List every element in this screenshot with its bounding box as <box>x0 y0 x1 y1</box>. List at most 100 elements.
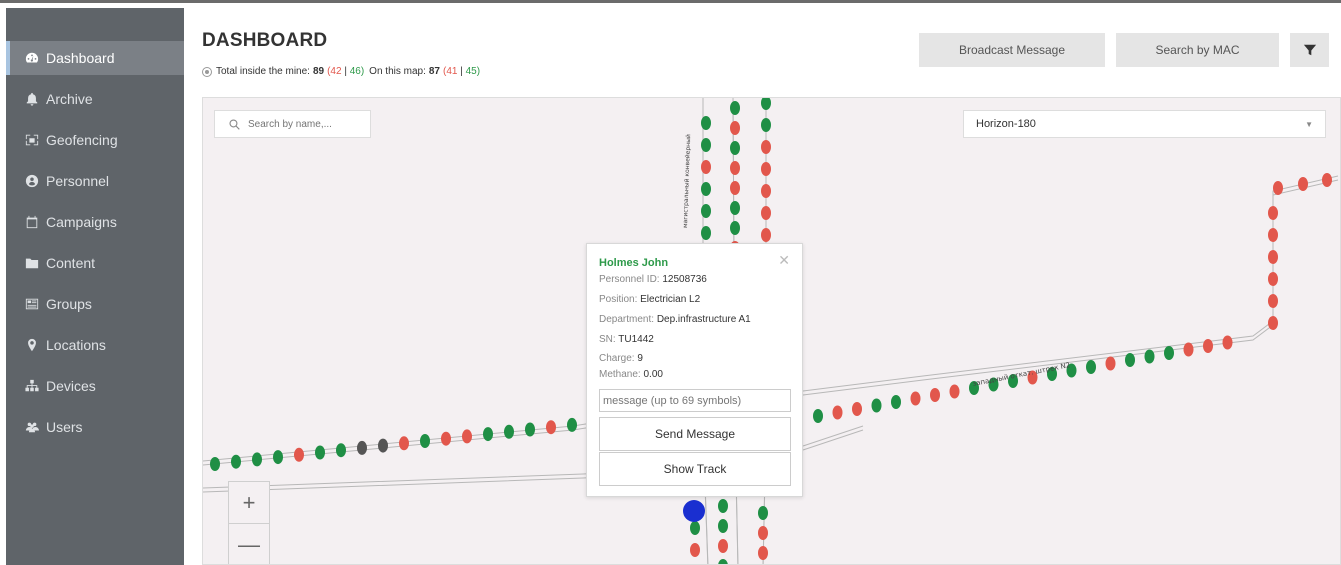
selected-personnel-marker[interactable] <box>683 500 705 522</box>
personnel-tag-marker[interactable] <box>701 204 711 218</box>
filter-button[interactable] <box>1290 33 1329 67</box>
search-by-mac-button[interactable]: Search by MAC <box>1116 33 1279 67</box>
broadcast-message-button[interactable]: Broadcast Message <box>919 33 1105 67</box>
personnel-tag-marker[interactable] <box>1268 272 1278 286</box>
personnel-tag-marker[interactable] <box>701 182 711 196</box>
personnel-tag-marker[interactable] <box>1268 316 1278 330</box>
personnel-tag-marker[interactable] <box>718 539 728 553</box>
sidebar-item-dashboard[interactable]: Dashboard <box>6 41 184 75</box>
personnel-tag-marker[interactable] <box>690 521 700 535</box>
personnel-tag-marker[interactable] <box>483 427 493 442</box>
sidebar-item-label: Campaigns <box>46 214 117 230</box>
sidebar-item-groups[interactable]: Groups <box>6 287 184 321</box>
zoom-in-button[interactable]: + <box>229 482 269 524</box>
personnel-tag-marker[interactable] <box>1298 177 1308 191</box>
personnel-tag-marker[interactable] <box>871 398 882 413</box>
position-row: Position: Electrician L2 <box>599 294 701 305</box>
personnel-tag-marker[interactable] <box>718 559 728 565</box>
close-icon[interactable]: ✕ <box>778 252 790 269</box>
personnel-tag-marker[interactable] <box>701 226 711 240</box>
personnel-tag-marker[interactable] <box>949 384 960 399</box>
personnel-tag-marker[interactable] <box>315 445 325 460</box>
personnel-tag-marker[interactable] <box>761 184 771 198</box>
personnel-tag-marker[interactable] <box>761 206 771 220</box>
personnel-tag-marker[interactable] <box>1222 335 1233 350</box>
personnel-tag-marker[interactable] <box>504 424 514 439</box>
personnel-tag-marker[interactable] <box>357 440 367 455</box>
show-track-button[interactable]: Show Track <box>599 452 791 486</box>
personnel-tag-marker[interactable] <box>1322 173 1332 187</box>
personnel-tag-marker[interactable] <box>1125 353 1135 367</box>
personnel-tag-marker[interactable] <box>718 499 728 513</box>
send-message-button[interactable]: Send Message <box>599 417 791 451</box>
personnel-tag-marker[interactable] <box>690 543 700 557</box>
message-input[interactable] <box>599 389 791 412</box>
personnel-tag-marker[interactable] <box>252 452 262 467</box>
personnel-tag-marker[interactable] <box>761 118 771 132</box>
personnel-tag-marker[interactable] <box>701 116 711 130</box>
personnel-tag-marker[interactable] <box>910 391 921 406</box>
personnel-tag-marker[interactable] <box>273 450 283 465</box>
personnel-tag-marker[interactable] <box>758 526 768 540</box>
personnel-tag-marker[interactable] <box>761 162 771 176</box>
personnel-tag-marker[interactable] <box>730 101 740 115</box>
personnel-tag-marker[interactable] <box>1183 342 1194 357</box>
personnel-tag-marker[interactable] <box>730 181 740 195</box>
personnel-tag-marker[interactable] <box>761 228 771 242</box>
personnel-tag-marker[interactable] <box>758 506 768 520</box>
sidebar-item-archive[interactable]: Archive <box>6 82 184 116</box>
personnel-tag-marker[interactable] <box>852 402 862 416</box>
personnel-tag-marker[interactable] <box>420 434 430 448</box>
personnel-tag-marker[interactable] <box>761 140 771 154</box>
zoom-out-button[interactable]: — <box>229 524 269 564</box>
sidebar-item-campaigns[interactable]: Campaigns <box>6 205 184 239</box>
personnel-tag-marker[interactable] <box>294 447 304 462</box>
personnel-tag-marker[interactable] <box>701 160 711 174</box>
personnel-tag-marker[interactable] <box>1273 181 1283 195</box>
sidebar-item-geofencing[interactable]: Geofencing <box>6 123 184 157</box>
position-value: Electrician L2 <box>640 294 701 305</box>
personnel-tag-marker[interactable] <box>441 431 451 446</box>
personnel-tag-marker[interactable] <box>1164 346 1174 360</box>
sidebar-item-personnel[interactable]: Personnel <box>6 164 184 198</box>
personnel-tag-marker[interactable] <box>210 457 220 471</box>
personnel-tag-marker[interactable] <box>1144 349 1155 364</box>
personnel-tag-marker[interactable] <box>1268 250 1278 264</box>
sidebar-item-devices[interactable]: Devices <box>6 369 184 403</box>
personnel-tag-marker[interactable] <box>525 422 535 437</box>
sidebar-item-locations[interactable]: Locations <box>6 328 184 362</box>
personnel-tag-marker[interactable] <box>730 161 740 175</box>
personnel-tag-marker[interactable] <box>1268 206 1278 220</box>
personnel-tag-marker[interactable] <box>378 438 388 453</box>
horizon-select[interactable]: Horizon-180 ▼ <box>963 110 1326 138</box>
personnel-tag-marker[interactable] <box>930 388 940 402</box>
sidebar-item-label: Personnel <box>46 173 110 189</box>
personnel-tag-marker[interactable] <box>730 201 740 215</box>
personnel-tag-marker[interactable] <box>761 98 771 110</box>
sidebar-item-content[interactable]: Content <box>6 246 184 280</box>
personnel-tag-marker[interactable] <box>718 519 728 533</box>
personnel-tag-marker[interactable] <box>1086 360 1096 374</box>
personnel-tag-marker[interactable] <box>567 417 577 432</box>
groups-icon <box>24 297 40 311</box>
personnel-tag-marker[interactable] <box>1203 339 1213 353</box>
personnel-tag-marker[interactable] <box>462 429 472 444</box>
personnel-tag-marker[interactable] <box>758 546 768 560</box>
personnel-tag-marker[interactable] <box>813 409 823 423</box>
map-search-input[interactable] <box>248 118 368 130</box>
personnel-tag-marker[interactable] <box>399 436 409 451</box>
personnel-tag-marker[interactable] <box>336 443 346 458</box>
personnel-tag-marker[interactable] <box>730 221 740 235</box>
personnel-tag-marker[interactable] <box>730 141 740 155</box>
map-search-box[interactable] <box>214 110 371 138</box>
sidebar-item-users[interactable]: Users <box>6 410 184 444</box>
personnel-tag-marker[interactable] <box>1268 228 1278 242</box>
personnel-tag-marker[interactable] <box>231 454 241 469</box>
personnel-tag-marker[interactable] <box>1268 294 1278 308</box>
personnel-tag-marker[interactable] <box>546 420 556 435</box>
personnel-tag-marker[interactable] <box>1105 356 1116 371</box>
personnel-tag-marker[interactable] <box>891 395 901 409</box>
personnel-tag-marker[interactable] <box>730 121 740 135</box>
personnel-tag-marker[interactable] <box>701 138 711 152</box>
personnel-tag-marker[interactable] <box>832 405 843 420</box>
